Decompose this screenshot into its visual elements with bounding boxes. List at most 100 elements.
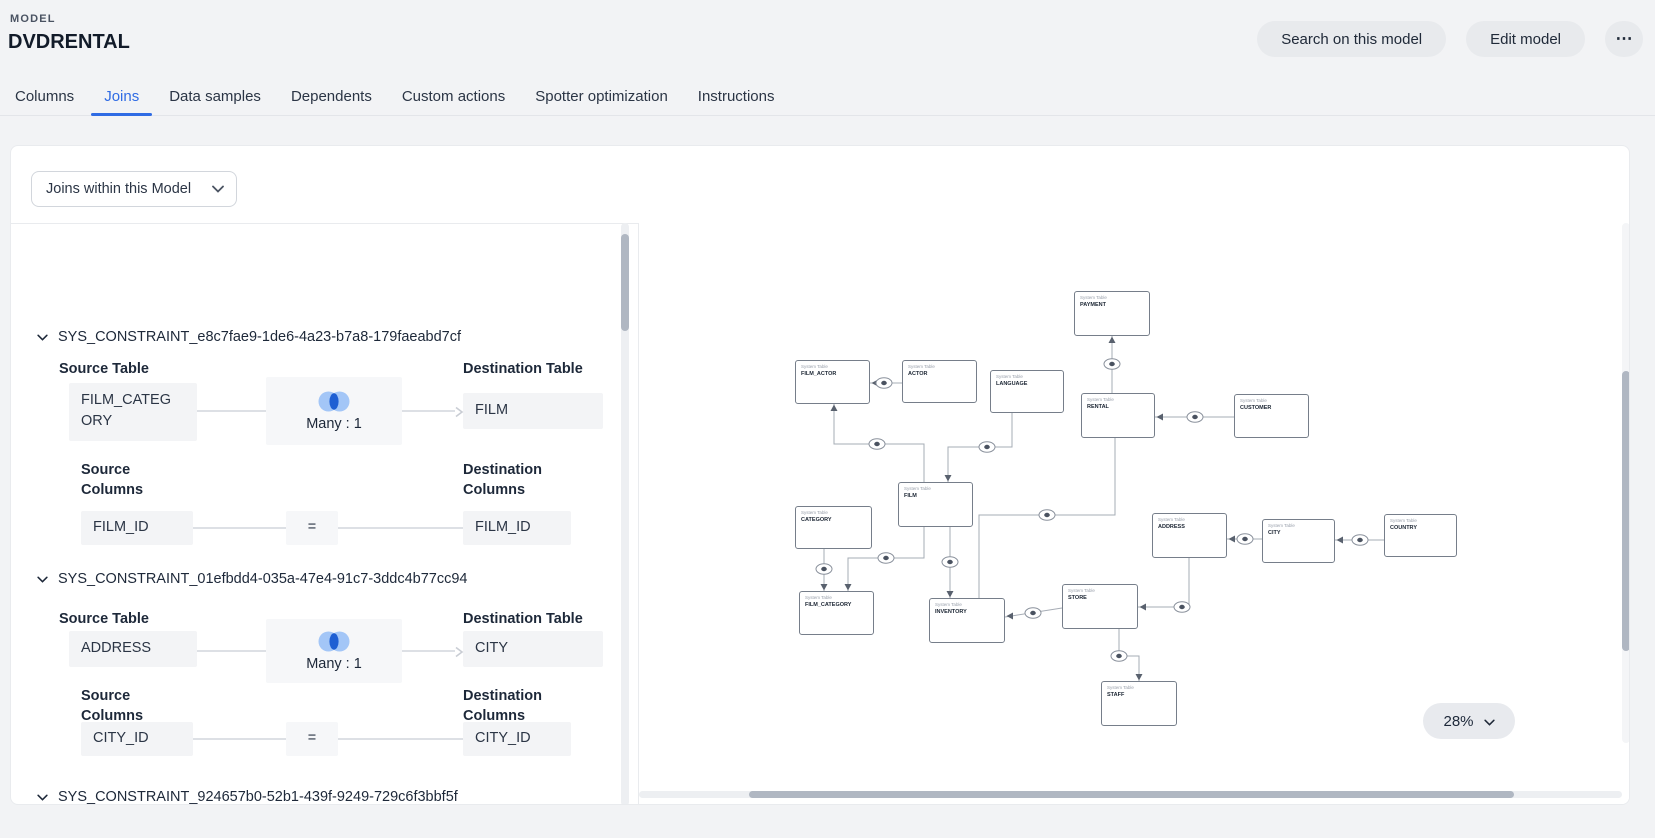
joins-scrollbar-thumb[interactable] (621, 234, 629, 331)
relationship-block: Many : 1 (266, 619, 402, 683)
connector-line (197, 650, 266, 652)
more-options-button[interactable]: ⋯ (1605, 21, 1643, 57)
zoom-level-value: 28% (1443, 713, 1473, 730)
model-eyebrow: MODEL (10, 13, 56, 25)
table-node-rental[interactable]: System TableRENTAL (1081, 393, 1155, 438)
table-node-actor[interactable]: System TableACTOR (902, 360, 977, 403)
source-column-chip: CITY_ID (81, 722, 193, 756)
source-columns-label: Source Columns (81, 460, 161, 500)
relationship-type: Many : 1 (306, 416, 362, 432)
tab-instructions[interactable]: Instructions (683, 80, 790, 115)
table-node-staff[interactable]: System TableSTAFF (1101, 681, 1177, 726)
edge-arrowhead (821, 584, 828, 591)
table-node-customer[interactable]: System TableCUSTOMER (1234, 394, 1309, 438)
table-node-film[interactable]: System TableFILM (898, 482, 973, 527)
page: MODEL DVDRENTAL Search on this model Edi… (0, 0, 1655, 838)
edge-arrowhead (1229, 536, 1236, 543)
destination-column-chip: CITY_ID (463, 722, 571, 756)
node-table-name: CUSTOMER (1240, 404, 1308, 412)
arrow-right-icon (454, 405, 464, 415)
tab-dependents[interactable]: Dependents (276, 80, 387, 115)
equals-operator: = (286, 511, 338, 545)
equals-operator: = (286, 722, 338, 756)
node-table-name: LANGUAGE (996, 380, 1063, 388)
joins-filter-label: Joins within this Model (46, 181, 191, 197)
table-node-inventory[interactable]: System TableINVENTORY (929, 598, 1005, 643)
constraint-name: SYS_CONSTRAINT_e8c7fae9-1de6-4a23-b7a8-1… (58, 329, 461, 345)
join-badge-glyph (883, 556, 889, 560)
constraint-header[interactable]: SYS_CONSTRAINT_e8c7fae9-1de6-4a23-b7a8-1… (37, 328, 461, 346)
diagram-hscrollbar-thumb[interactable] (749, 791, 1514, 798)
edge-arrowhead (1109, 337, 1116, 344)
chevron-down-icon (37, 328, 48, 346)
relationship-type: Many : 1 (306, 656, 362, 672)
many-to-one-venn-icon (317, 390, 351, 413)
tab-data-samples[interactable]: Data samples (154, 80, 276, 115)
table-node-category[interactable]: System TableCATEGORY (795, 506, 872, 549)
join-badge-glyph (881, 381, 887, 385)
connector-line (193, 527, 286, 529)
edit-model-button[interactable]: Edit model (1466, 21, 1585, 57)
table-node-address[interactable]: System TableADDRESS (1152, 513, 1227, 558)
join-badge-glyph (1357, 538, 1363, 542)
join-badge-glyph (1044, 513, 1050, 517)
table-node-country[interactable]: System TableCOUNTRY (1384, 514, 1457, 557)
zoom-level-dropdown[interactable]: 28% (1423, 703, 1515, 739)
joins-filter-dropdown[interactable]: Joins within this Model (31, 171, 237, 207)
table-node-film_category[interactable]: System TableFILM_CATEGORY (799, 591, 874, 635)
destination-table-chip: CITY (463, 631, 603, 667)
edge-arrowhead (947, 591, 954, 598)
constraint-name: SYS_CONSTRAINT_01efbdd4-035a-47e4-91c7-3… (58, 571, 467, 587)
connector-line (402, 410, 455, 412)
page-title: DVDRENTAL (8, 31, 130, 54)
joins-list-panel: SYS_CONSTRAINT_e8c7fae9-1de6-4a23-b7a8-1… (11, 223, 638, 805)
tab-joins[interactable]: Joins (89, 80, 154, 115)
chevron-down-icon (37, 788, 48, 805)
destination-column-chip: FILM_ID (463, 511, 571, 545)
node-table-name: INVENTORY (935, 608, 1004, 616)
join-badge-glyph (1192, 415, 1198, 419)
join-badge-glyph (1109, 362, 1115, 366)
edge-arrowhead (1337, 537, 1344, 544)
arrow-right-icon (454, 645, 464, 655)
destination-table-chip: FILM (463, 393, 603, 429)
edge-arrowhead (1140, 604, 1147, 611)
node-table-name: FILM_CATEGORY (805, 601, 873, 609)
table-node-store[interactable]: System TableSTORE (1062, 584, 1138, 629)
connector-line (193, 738, 286, 740)
join-badge-glyph (947, 560, 953, 564)
table-node-city[interactable]: System TableCITY (1262, 519, 1335, 563)
search-on-model-button[interactable]: Search on this model (1257, 21, 1446, 57)
node-table-name: CATEGORY (801, 516, 871, 524)
connector-line (338, 527, 463, 529)
table-node-film_actor[interactable]: System TableFILM_ACTOR (795, 360, 870, 404)
connector-line (338, 738, 463, 740)
node-table-name: PAYMENT (1080, 301, 1149, 309)
node-table-name: ADDRESS (1158, 523, 1226, 531)
node-table-name: FILM_ACTOR (801, 370, 869, 378)
tab-custom-actions[interactable]: Custom actions (387, 80, 520, 115)
node-table-name: STORE (1068, 594, 1137, 602)
table-node-payment[interactable]: System TablePAYMENT (1074, 291, 1150, 336)
chevron-down-icon (212, 181, 224, 197)
constraint-name: SYS_CONSTRAINT_924657b0-52b1-439f-9249-7… (58, 789, 458, 805)
edge-arrowhead (845, 584, 852, 591)
source-column-chip: FILM_ID (81, 511, 193, 545)
tab-columns[interactable]: Columns (0, 80, 89, 115)
destination-table-label: Destination Table (463, 609, 583, 629)
relationship-block: Many : 1 (266, 377, 402, 445)
diagram-vscrollbar-thumb[interactable] (1622, 371, 1630, 651)
constraint-header[interactable]: SYS_CONSTRAINT_924657b0-52b1-439f-9249-7… (37, 788, 458, 805)
join-badge-glyph (1116, 654, 1122, 658)
arrow-right-icon (454, 646, 464, 658)
join-badge-glyph (821, 567, 827, 571)
node-table-name: ACTOR (908, 370, 976, 378)
constraint-header[interactable]: SYS_CONSTRAINT_01efbdd4-035a-47e4-91c7-3… (37, 570, 467, 588)
chevron-down-icon (1484, 713, 1495, 730)
tab-spotter-optimization[interactable]: Spotter optimization (520, 80, 683, 115)
node-table-name: CITY (1268, 529, 1334, 537)
er-diagram-canvas[interactable]: System TablePAYMENT System TableFILM_ACTO… (638, 223, 1630, 805)
table-node-language[interactable]: System TableLANGUAGE (990, 370, 1064, 413)
join-badge-glyph (984, 445, 990, 449)
arrow-right-icon (454, 406, 464, 418)
